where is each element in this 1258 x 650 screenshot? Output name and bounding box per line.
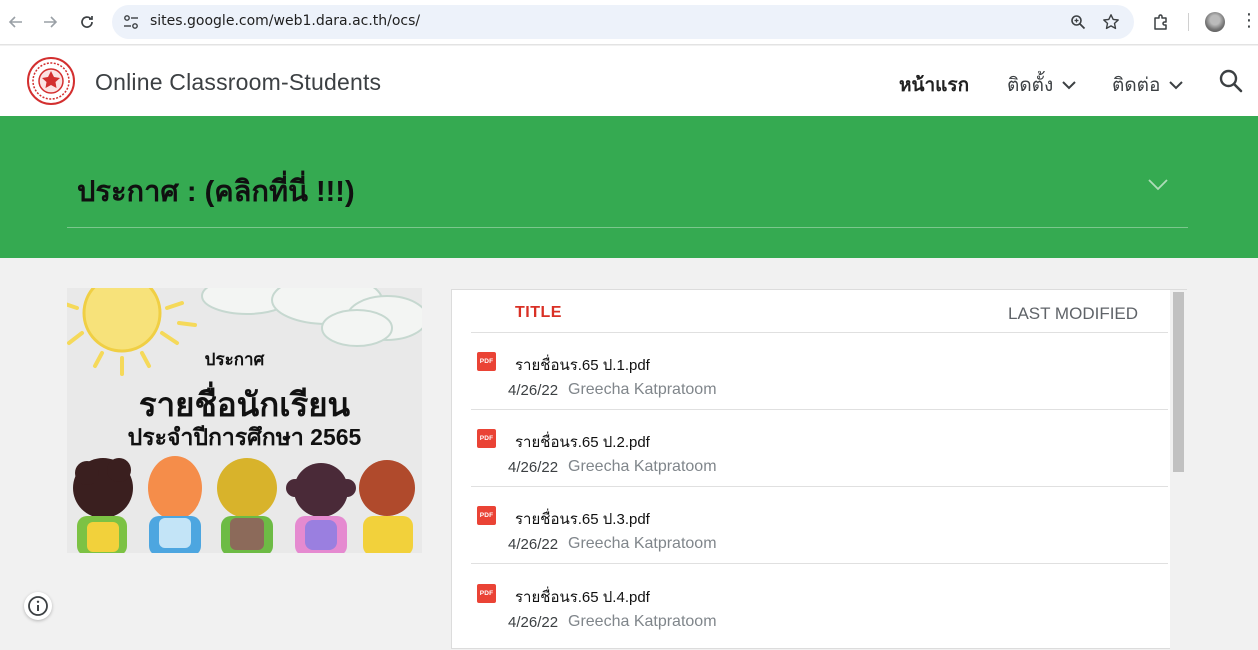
zoom-icon[interactable]	[1068, 12, 1088, 32]
column-header-title[interactable]: TITLE	[515, 304, 562, 322]
nav-home-label: หน้าแรก	[899, 75, 970, 96]
profile-avatar[interactable]	[1205, 12, 1225, 32]
file-list: TITLE LAST MODIFIED PDF รายชื่อนร.65 ป.1…	[451, 289, 1187, 650]
back-icon[interactable]	[4, 10, 28, 34]
file-author: Greecha Katpratoom	[568, 381, 717, 398]
table-row[interactable]: PDF รายชื่อนร.65 ป.3.pdf 4/26/22 Greecha…	[471, 487, 1168, 564]
file-date: 4/26/22	[508, 614, 559, 631]
site-settings-icon[interactable]	[122, 13, 140, 31]
table-row[interactable]: PDF รายชื่อนร.65 ป.1.pdf 4/26/22 Greecha…	[471, 333, 1168, 410]
nav-home[interactable]: หน้าแรก	[899, 70, 969, 100]
chevron-down-icon	[1169, 81, 1184, 90]
site-title[interactable]: Online Classroom-Students	[95, 69, 381, 96]
file-author: Greecha Katpratoom	[568, 613, 717, 630]
file-list-scrollbar[interactable]	[1170, 290, 1187, 650]
pdf-file-icon: PDF	[477, 506, 496, 525]
pdf-file-icon: PDF	[477, 352, 496, 371]
url-text: sites.google.com/web1.dara.ac.th/ocs/	[150, 13, 421, 29]
file-name[interactable]: รายชื่อนร.65 ป.2.pdf	[515, 430, 650, 454]
bookmark-star-icon[interactable]	[1101, 12, 1121, 32]
announcement-banner[interactable]: ประกาศ : (คลิกที่นี่ !!!)	[0, 116, 1258, 258]
poster-heading: ประกาศ	[204, 350, 265, 369]
pdf-file-icon: PDF	[477, 584, 496, 603]
table-row[interactable]: PDF รายชื่อนร.65 ป.4.pdf 4/26/22 Greecha…	[471, 565, 1168, 642]
nav-install-label: ติดตั้ง	[1007, 75, 1054, 96]
site-header: Online Classroom-Students หน้าแรก ติดตั้…	[0, 46, 1258, 116]
file-name[interactable]: รายชื่อนร.65 ป.4.pdf	[515, 585, 650, 609]
chevron-down-icon[interactable]	[1147, 173, 1169, 195]
file-author: Greecha Katpratoom	[568, 535, 717, 552]
toolbar-divider	[1188, 13, 1189, 31]
extensions-icon[interactable]	[1149, 10, 1173, 34]
column-header-last-modified[interactable]: LAST MODIFIED	[1008, 304, 1138, 324]
file-name[interactable]: รายชื่อนร.65 ป.1.pdf	[515, 353, 650, 377]
student-list-poster: ประกาศ รายชื่อนักเรียน ประจำปีการศึกษา 2…	[67, 288, 422, 553]
poster-subtitle: ประจำปีการศึกษา 2565	[127, 424, 362, 450]
info-button[interactable]	[24, 592, 52, 620]
file-author: Greecha Katpratoom	[568, 458, 717, 475]
announcement-title[interactable]: ประกาศ : (คลิกที่นี่ !!!)	[77, 168, 355, 214]
file-date: 4/26/22	[508, 536, 559, 553]
browser-toolbar: sites.google.com/web1.dara.ac.th/ocs/ ⋮	[0, 0, 1258, 45]
school-logo[interactable]	[27, 57, 75, 105]
info-icon	[28, 596, 48, 616]
file-date: 4/26/22	[508, 382, 559, 399]
pdf-file-icon: PDF	[477, 429, 496, 448]
table-row[interactable]: PDF รายชื่อนร.65 ป.2.pdf 4/26/22 Greecha…	[471, 410, 1168, 487]
chevron-down-icon	[1062, 81, 1077, 90]
nav-contact[interactable]: ติดต่อ	[1112, 70, 1184, 100]
scroll-thumb[interactable]	[1173, 292, 1184, 472]
file-date: 4/26/22	[508, 459, 559, 476]
forward-icon[interactable]	[38, 10, 62, 34]
search-icon[interactable]	[1218, 68, 1244, 94]
file-name[interactable]: รายชื่อนร.65 ป.3.pdf	[515, 507, 650, 531]
nav-install[interactable]: ติดตั้ง	[1007, 70, 1077, 100]
reload-icon[interactable]	[75, 10, 99, 34]
menu-kebab-icon[interactable]: ⋮	[1240, 10, 1258, 31]
address-bar[interactable]: sites.google.com/web1.dara.ac.th/ocs/	[112, 5, 1134, 39]
banner-divider	[67, 227, 1188, 228]
nav-contact-label: ติดต่อ	[1112, 75, 1161, 96]
